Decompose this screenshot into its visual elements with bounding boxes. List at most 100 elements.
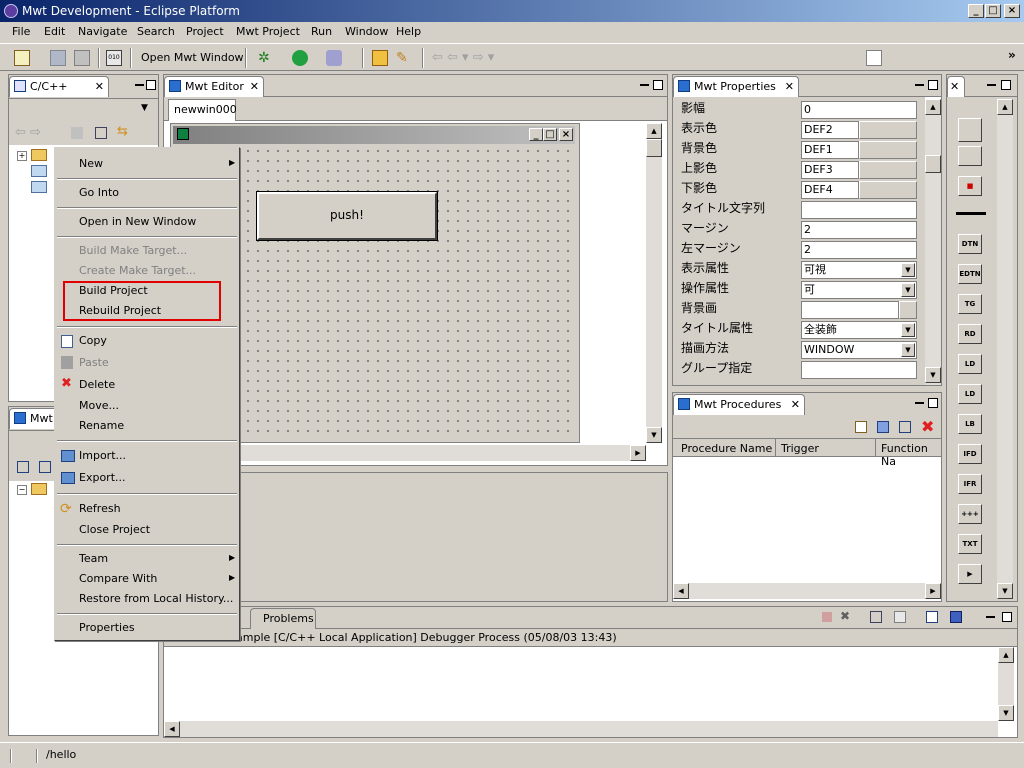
scroll-right-icon[interactable]: ▶ (630, 445, 646, 461)
prop-value[interactable]: DEF3 (801, 161, 859, 179)
prop-select[interactable]: 可 ▼ (801, 281, 917, 299)
toolbar-overflow-icon[interactable]: » (1008, 48, 1016, 62)
scroll-up-icon[interactable]: ▲ (646, 123, 662, 139)
tab-newwin000[interactable]: newwin000 (168, 99, 237, 121)
view-icon[interactable] (39, 461, 51, 473)
menu-project[interactable]: Project (186, 22, 224, 42)
maximize-view-icon[interactable] (1001, 80, 1011, 90)
column-trigger[interactable]: Trigger (781, 442, 819, 455)
scroll-up-icon[interactable]: ▲ (998, 647, 1014, 663)
browse-button[interactable] (899, 301, 917, 319)
menu-file[interactable]: File (12, 22, 30, 42)
new-icon[interactable] (14, 50, 30, 66)
close-icon[interactable]: ✕ (95, 77, 104, 96)
dropdown-arrow-icon[interactable]: ▼ (901, 283, 915, 297)
design-maximize-button[interactable]: □ (543, 128, 557, 141)
editor-hscrollbar[interactable]: ▶ (170, 445, 646, 461)
scroll-down-icon[interactable]: ▼ (998, 705, 1014, 721)
color-picker-button[interactable] (859, 181, 917, 199)
maximize-view-icon[interactable] (146, 80, 156, 90)
nav-back-icon[interactable]: ⇦ ⇦ ▾ ⇨ ▾ (432, 50, 494, 65)
scroll-down-icon[interactable]: ▼ (925, 367, 941, 383)
open-perspective-icon[interactable] (866, 50, 882, 66)
menu-item-refresh[interactable]: Refresh (79, 500, 121, 518)
display-console-icon[interactable] (950, 611, 962, 623)
prop-select[interactable]: 可視 ▼ (801, 261, 917, 279)
palette-tool-ld[interactable]: LD (958, 354, 982, 374)
tree-expander[interactable]: − (17, 485, 27, 495)
menu-item-team[interactable]: Team (79, 550, 108, 568)
menu-item-delete[interactable]: Delete (79, 376, 115, 394)
prop-value[interactable]: 2 (801, 221, 917, 239)
palette-tool[interactable] (958, 146, 982, 166)
tree-expander[interactable]: + (17, 151, 27, 161)
tab-problems[interactable]: Problems (250, 608, 316, 629)
prop-value[interactable] (801, 301, 899, 319)
column-procedure-name[interactable]: Procedure Name (681, 442, 772, 455)
maximize-view-icon[interactable] (653, 80, 663, 90)
color-picker-button[interactable] (859, 141, 917, 159)
link-editor-icon[interactable]: ⇆ (117, 124, 128, 139)
view-menu-icon[interactable]: ▼ (141, 103, 148, 113)
design-close-button[interactable]: × (559, 128, 573, 141)
menu-run[interactable]: Run (311, 22, 332, 42)
scroll-left-icon[interactable]: ◀ (673, 583, 689, 599)
palette-tool-tg[interactable]: TG (958, 294, 982, 314)
run-icon[interactable] (292, 50, 308, 66)
home-icon[interactable] (71, 127, 83, 139)
menu-item-move[interactable]: Move... (79, 397, 119, 415)
prop-value[interactable] (801, 201, 917, 219)
tab-mwt-procedures[interactable]: Mwt Procedures ✕ (673, 394, 805, 415)
maximize-button[interactable]: □ (985, 4, 1001, 18)
scroll-lock-icon[interactable] (870, 611, 882, 623)
palette-tool-edtn[interactable]: EDTN (958, 264, 982, 284)
maximize-view-icon[interactable] (928, 80, 938, 90)
editor-vscrollbar[interactable]: ▲ ▼ (646, 123, 662, 443)
menu-search[interactable]: Search (137, 22, 175, 42)
scroll-thumb[interactable] (925, 155, 941, 173)
delete-procedure-icon[interactable]: ✖ (921, 417, 934, 436)
column-function-name[interactable]: Function Na (881, 442, 941, 468)
close-icon[interactable]: ✕ (948, 80, 959, 93)
dropdown-arrow-icon[interactable]: ▼ (901, 323, 915, 337)
prop-select[interactable]: WINDOW ▼ (801, 341, 917, 359)
design-minimize-button[interactable]: _ (529, 128, 543, 141)
scroll-up-icon[interactable]: ▲ (997, 99, 1013, 115)
menu-window[interactable]: Window (345, 22, 388, 42)
pin-console-icon[interactable] (926, 611, 938, 623)
collapse-all-icon[interactable] (95, 127, 107, 139)
minimize-view-icon[interactable] (135, 84, 144, 86)
palette-tool-plus[interactable]: +++ (958, 504, 982, 524)
palette-color-tool[interactable]: ■ (958, 176, 982, 196)
nav-back-forward-icon[interactable]: ⇦ ⇨ (15, 125, 41, 140)
scroll-thumb[interactable] (646, 139, 662, 157)
menu-item-compare-with[interactable]: Compare With (79, 570, 157, 588)
palette-tool-rd[interactable]: RD (958, 324, 982, 344)
tab-mwt-properties[interactable]: Mwt Properties ✕ (673, 76, 799, 97)
terminate-icon[interactable] (822, 612, 832, 622)
window-procedure-icon[interactable] (899, 421, 911, 433)
palette-line-tool[interactable] (956, 212, 986, 215)
close-button[interactable]: × (1004, 4, 1020, 18)
menu-item-export[interactable]: Export... (79, 469, 126, 487)
view-icon[interactable] (17, 461, 29, 473)
palette-tool-ifd[interactable]: IFD (958, 444, 982, 464)
menu-item-go-into[interactable]: Go Into (79, 184, 119, 202)
minimize-view-icon[interactable] (640, 84, 649, 86)
scroll-right-icon[interactable]: ▶ (925, 583, 941, 599)
menu-item-close-project[interactable]: Close Project (79, 521, 150, 539)
tab-palette[interactable]: ✕ (947, 76, 965, 97)
menu-item-restore-local-history[interactable]: Restore from Local History... (79, 590, 233, 608)
debug-icon[interactable]: ✲ (258, 50, 274, 66)
prop-value[interactable]: 0 (801, 101, 917, 119)
prop-value[interactable]: DEF4 (801, 181, 859, 199)
scroll-up-icon[interactable]: ▲ (925, 99, 941, 115)
palette-tool-play[interactable]: ▶ (958, 564, 982, 584)
close-icon[interactable]: ✕ (785, 77, 794, 96)
close-icon[interactable]: ✕ (791, 395, 800, 414)
close-icon[interactable]: ✕ (250, 77, 259, 96)
menu-item-open-new-window[interactable]: Open in New Window (79, 213, 196, 231)
save-icon[interactable] (50, 50, 66, 66)
tab-project-explorer[interactable]: C/C++ Pr...✕ (9, 76, 109, 112)
palette-vscrollbar[interactable]: ▲ ▼ (997, 99, 1013, 599)
